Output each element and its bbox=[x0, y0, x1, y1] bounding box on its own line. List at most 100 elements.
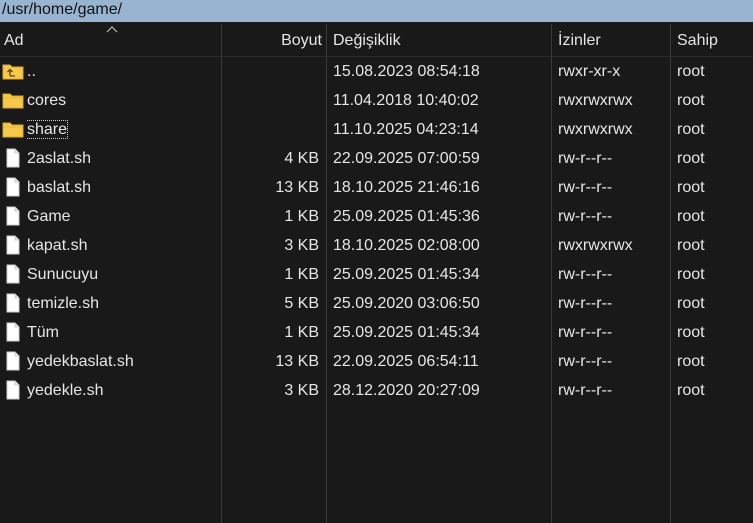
file-icon bbox=[2, 235, 24, 255]
file-owner: root bbox=[677, 266, 705, 283]
file-size: 3 KB bbox=[284, 382, 319, 399]
column-header-permissions[interactable]: İzinler bbox=[558, 24, 663, 57]
file-name: yedekbaslat.sh bbox=[27, 353, 134, 370]
file-permissions-cell: rwxr-xr-x bbox=[558, 57, 666, 86]
file-size-cell: 13 KB bbox=[226, 347, 319, 376]
file-name: 2aslat.sh bbox=[27, 150, 92, 167]
file-modified-cell: 28.12.2020 20:27:09 bbox=[333, 376, 548, 405]
file-owner-cell: root bbox=[677, 347, 747, 376]
file-modified-cell: 22.09.2025 06:54:11 bbox=[333, 347, 548, 376]
column-header-owner[interactable]: Sahip bbox=[677, 24, 747, 57]
file-owner: root bbox=[677, 208, 705, 225]
file-row[interactable]: .. 15.08.2023 08:54:18 rwxr-xr-x root bbox=[0, 57, 753, 86]
column-header-modified[interactable]: Değişiklik bbox=[333, 24, 543, 57]
file-size-cell: 1 KB bbox=[226, 260, 319, 289]
file-size: 1 KB bbox=[284, 266, 319, 283]
file-owner-cell: root bbox=[677, 115, 747, 144]
file-name-cell: yedekbaslat.sh bbox=[27, 347, 217, 376]
file-name-cell: .. bbox=[27, 57, 217, 86]
file-name: temizle.sh bbox=[27, 295, 100, 312]
file-permissions: rwxr-xr-x bbox=[558, 63, 621, 80]
file-owner-cell: root bbox=[677, 202, 747, 231]
file-icon bbox=[2, 293, 24, 313]
file-owner: root bbox=[677, 237, 705, 254]
file-owner-cell: root bbox=[677, 86, 747, 115]
file-permissions-cell: rw-r--r-- bbox=[558, 173, 666, 202]
file-row[interactable]: Game 1 KB 25.09.2025 01:45:36 rw-r--r-- root bbox=[0, 202, 753, 231]
file-modified: 18.10.2025 02:08:00 bbox=[333, 237, 480, 254]
column-header-name[interactable]: Ad bbox=[4, 24, 214, 57]
file-row[interactable]: Sunucuyu 1 KB 25.09.2025 01:45:34 rw-r--r--… bbox=[0, 260, 753, 289]
file-permissions-cell: rw-r--r-- bbox=[558, 376, 666, 405]
file-name: baslat.sh bbox=[27, 179, 92, 196]
file-modified: 11.04.2018 10:40:02 bbox=[333, 92, 479, 109]
column-header: Ad Boyut Değişiklik İzinler Sahip bbox=[0, 24, 753, 57]
file-modified: 11.10.2025 04:23:14 bbox=[333, 121, 479, 138]
file-name: .. bbox=[27, 63, 36, 80]
file-owner-cell: root bbox=[677, 289, 747, 318]
column-header-owner-label: Sahip bbox=[677, 32, 718, 49]
file-row[interactable]: kapat.sh 3 KB 18.10.2025 02:08:00 rwxrwxrwx… bbox=[0, 231, 753, 260]
file-modified: 25.09.2025 01:45:34 bbox=[333, 324, 480, 341]
file-owner-cell: root bbox=[677, 57, 747, 86]
file-name-cell: Tüm bbox=[27, 318, 217, 347]
file-icon bbox=[2, 351, 24, 371]
file-name: Sunucuyu bbox=[27, 266, 99, 283]
file-name-cell: share bbox=[27, 115, 217, 144]
file-modified: 25.09.2025 01:45:34 bbox=[333, 266, 480, 283]
file-owner: root bbox=[677, 382, 705, 399]
file-modified: 15.08.2023 08:54:18 bbox=[333, 63, 480, 80]
file-permissions-cell: rw-r--r-- bbox=[558, 260, 666, 289]
sort-ascending-icon bbox=[106, 26, 118, 33]
file-size-cell: 1 KB bbox=[226, 318, 319, 347]
file-permissions-cell: rw-r--r-- bbox=[558, 144, 666, 173]
file-modified-cell: 25.09.2025 01:45:34 bbox=[333, 260, 548, 289]
folder-icon bbox=[2, 90, 24, 110]
file-owner-cell: root bbox=[677, 144, 747, 173]
file-row[interactable]: share 11.10.2025 04:23:14 rwxrwxrwx root bbox=[0, 115, 753, 144]
file-owner: root bbox=[677, 121, 705, 138]
file-size-cell: 4 KB bbox=[226, 144, 319, 173]
file-permissions: rw-r--r-- bbox=[558, 353, 613, 370]
file-size-cell: 1 KB bbox=[226, 202, 319, 231]
column-header-size[interactable]: Boyut bbox=[226, 24, 322, 57]
file-permissions-cell: rwxrwxrwx bbox=[558, 231, 666, 260]
file-size-cell bbox=[226, 57, 319, 86]
file-permissions-cell: rwxrwxrwx bbox=[558, 86, 666, 115]
file-owner-cell: root bbox=[677, 260, 747, 289]
file-icon bbox=[2, 380, 24, 400]
file-owner: root bbox=[677, 150, 705, 167]
file-permissions-cell: rw-r--r-- bbox=[558, 289, 666, 318]
file-modified: 25.09.2020 03:06:50 bbox=[333, 295, 480, 312]
file-modified-cell: 11.10.2025 04:23:14 bbox=[333, 115, 548, 144]
file-permissions: rw-r--r-- bbox=[558, 179, 613, 196]
file-permissions: rw-r--r-- bbox=[558, 295, 613, 312]
file-modified-cell: 18.10.2025 21:46:16 bbox=[333, 173, 548, 202]
file-name-cell: yedekle.sh bbox=[27, 376, 217, 405]
file-modified: 25.09.2025 01:45:36 bbox=[333, 208, 480, 225]
file-owner-cell: root bbox=[677, 376, 747, 405]
file-name-cell: kapat.sh bbox=[27, 231, 217, 260]
file-row[interactable]: Tüm 1 KB 25.09.2025 01:45:34 rw-r--r-- root bbox=[0, 318, 753, 347]
file-row[interactable]: yedekbaslat.sh 13 KB 22.09.2025 06:54:11 rw… bbox=[0, 347, 753, 376]
file-name: kapat.sh bbox=[27, 237, 88, 254]
file-permissions-cell: rw-r--r-- bbox=[558, 347, 666, 376]
file-size: 4 KB bbox=[284, 150, 319, 167]
file-row[interactable]: temizle.sh 5 KB 25.09.2020 03:06:50 rw-r--r… bbox=[0, 289, 753, 318]
file-name: cores bbox=[27, 92, 67, 109]
file-permissions: rw-r--r-- bbox=[558, 150, 613, 167]
file-modified: 28.12.2020 20:27:09 bbox=[333, 382, 480, 399]
file-row[interactable]: yedekle.sh 3 KB 28.12.2020 20:27:09 rw-r--r… bbox=[0, 376, 753, 405]
file-row[interactable]: baslat.sh 13 KB 18.10.2025 21:46:16 rw-r--r… bbox=[0, 173, 753, 202]
file-name-cell: cores bbox=[27, 86, 217, 115]
file-permissions: rwxrwxrwx bbox=[558, 92, 633, 109]
path-bar[interactable]: /usr/home/game/ bbox=[0, 0, 753, 22]
file-size: 3 KB bbox=[284, 237, 319, 254]
file-icon bbox=[2, 264, 24, 284]
file-permissions: rw-r--r-- bbox=[558, 324, 613, 341]
file-row[interactable]: cores 11.04.2018 10:40:02 rwxrwxrwx root bbox=[0, 86, 753, 115]
file-permissions: rw-r--r-- bbox=[558, 382, 613, 399]
file-owner: root bbox=[677, 324, 705, 341]
file-row[interactable]: 2aslat.sh 4 KB 22.09.2025 07:00:59 rw-r--r-… bbox=[0, 144, 753, 173]
file-size-cell bbox=[226, 115, 319, 144]
